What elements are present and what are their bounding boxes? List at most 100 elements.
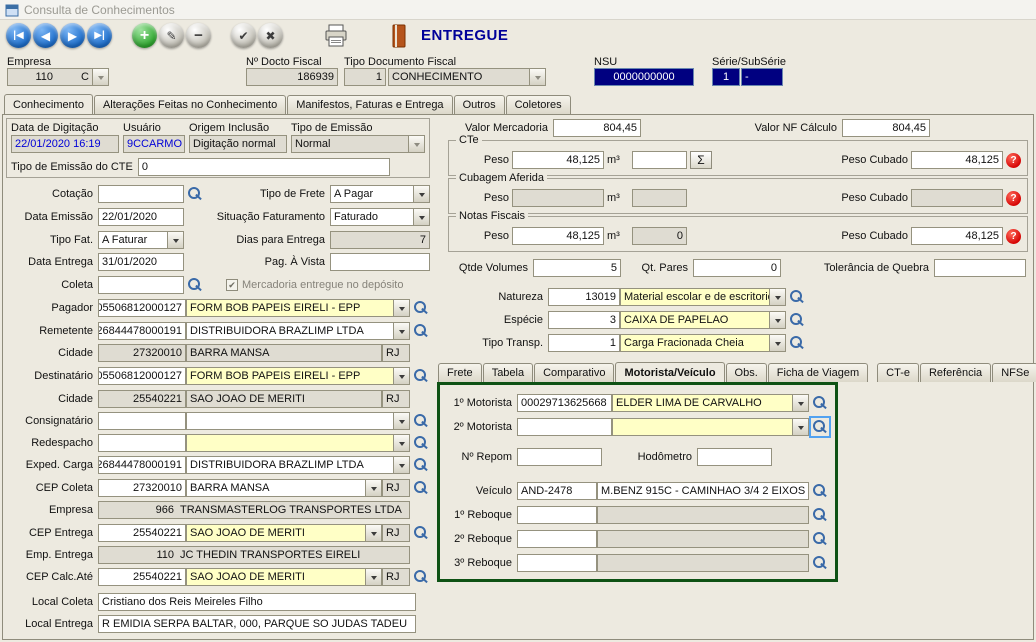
- confirm-button[interactable]: ✔: [231, 23, 256, 48]
- tipo-transp-combo[interactable]: Carga Fracionada Cheia: [620, 334, 786, 352]
- repom-input[interactable]: [517, 448, 602, 466]
- add-button[interactable]: +: [132, 23, 157, 48]
- tab-motorista-veiculo[interactable]: Motorista/Veículo: [615, 362, 724, 382]
- cep-entrega-combo[interactable]: SAO JOAO DE MERITI: [186, 524, 382, 542]
- sum-cubage-button[interactable]: Σ: [690, 151, 712, 169]
- pagador-combo[interactable]: FORM BOB PAPEIS EIRELI - EPP: [186, 299, 410, 317]
- consignatario-combo[interactable]: [186, 412, 410, 430]
- delete-button[interactable]: −: [186, 23, 211, 48]
- cep-calc-combo[interactable]: SAO JOAO DE MERITI: [186, 568, 382, 586]
- tab-conhecimento[interactable]: Conhecimento: [4, 94, 93, 114]
- tab-coletores[interactable]: Coletores: [506, 95, 571, 114]
- destinatario-search-icon[interactable]: [412, 367, 430, 385]
- veiculo-plate-input[interactable]: AND-2478: [517, 482, 597, 500]
- print-icon[interactable]: [323, 24, 349, 48]
- cep-coleta-code-input[interactable]: 27320010: [98, 479, 186, 497]
- exped-carga-search-icon[interactable]: [412, 456, 430, 474]
- tab-nfse[interactable]: NFSe: [992, 363, 1036, 382]
- notas-help-icon[interactable]: ?: [1006, 229, 1021, 244]
- cotacao-search-icon[interactable]: [186, 185, 204, 203]
- exped-carga-combo[interactable]: DISTRIBUIDORA BRAZLIMP LTDA: [186, 456, 410, 474]
- tab-comparativo[interactable]: Comparativo: [534, 363, 614, 382]
- book-icon[interactable]: [391, 24, 407, 48]
- situacao-faturamento-combo[interactable]: Faturado: [330, 208, 430, 226]
- nav-first-button[interactable]: |◀: [6, 23, 31, 48]
- tab-tabela[interactable]: Tabela: [483, 363, 533, 382]
- redespacho-code-input[interactable]: [98, 434, 186, 452]
- destinatario-combo[interactable]: FORM BOB PAPEIS EIRELI - EPP: [186, 367, 410, 385]
- cep-calc-search-icon[interactable]: [412, 568, 430, 586]
- natureza-code-input[interactable]: 13019: [548, 288, 620, 306]
- tab-frete[interactable]: Frete: [438, 363, 482, 382]
- pagador-search-icon[interactable]: [412, 299, 430, 317]
- reboque1-plate-input[interactable]: [517, 506, 597, 524]
- destinatario-code-input[interactable]: 05506812000127: [98, 367, 186, 385]
- tab-ficha-viagem[interactable]: Ficha de Viagem: [768, 363, 868, 382]
- coleta-input[interactable]: [98, 276, 184, 294]
- tab-cte[interactable]: CT-e: [877, 363, 919, 382]
- remetente-search-icon[interactable]: [412, 322, 430, 340]
- reboque3-plate-input[interactable]: [517, 554, 597, 572]
- data-emissao-input[interactable]: 22/01/2020: [98, 208, 184, 226]
- natureza-combo[interactable]: Material escolar e de escritorio: [620, 288, 786, 306]
- tipo-emissao-cte-field[interactable]: 0: [138, 158, 390, 176]
- veiculo-search-icon[interactable]: [811, 482, 829, 500]
- qtde-volumes-input[interactable]: 5: [533, 259, 621, 277]
- hodometro-input[interactable]: [697, 448, 772, 466]
- cte-help-icon[interactable]: ?: [1006, 153, 1021, 168]
- remetente-combo[interactable]: DISTRIBUIDORA BRAZLIMP LTDA: [186, 322, 410, 340]
- especie-combo[interactable]: CAIXA DE PAPELAO: [620, 311, 786, 329]
- nav-prev-button[interactable]: ◀: [33, 23, 58, 48]
- nav-last-button[interactable]: ▶|: [87, 23, 112, 48]
- tab-manifestos[interactable]: Manifestos, Faturas e Entrega: [287, 95, 452, 114]
- cte-peso-input[interactable]: 48,125: [512, 151, 604, 169]
- redespacho-combo[interactable]: [186, 434, 410, 452]
- tab-obs[interactable]: Obs.: [726, 363, 767, 382]
- tipo-frete-combo[interactable]: A Pagar: [330, 185, 430, 203]
- natureza-search-icon[interactable]: [788, 288, 806, 306]
- cep-coleta-search-icon[interactable]: [412, 479, 430, 497]
- cte-peso-cubado-input[interactable]: 48,125: [911, 151, 1003, 169]
- pagador-code-input[interactable]: 05506812000127: [98, 299, 186, 317]
- valor-mercadoria-input[interactable]: 804,45: [553, 119, 641, 137]
- tab-alteracoes[interactable]: Alterações Feitas no Conhecimento: [94, 95, 286, 114]
- remetente-code-input[interactable]: 26844478000191: [98, 322, 186, 340]
- pag-vista-input[interactable]: [330, 253, 430, 271]
- tipo-transp-code-input[interactable]: 1: [548, 334, 620, 352]
- tipo-fat-combo[interactable]: A Faturar: [98, 231, 184, 249]
- motorista1-search-icon[interactable]: [811, 394, 829, 412]
- exped-carga-code-input[interactable]: 26844478000191: [98, 456, 186, 474]
- motorista2-combo[interactable]: [612, 418, 809, 436]
- local-entrega-input[interactable]: R EMIDIA SERPA BALTAR, 000, PARQUE SO JU…: [98, 615, 416, 633]
- cep-calc-code-input[interactable]: 25540221: [98, 568, 186, 586]
- motorista1-code-input[interactable]: 00029713625668: [517, 394, 612, 412]
- cte-m3-input[interactable]: [632, 151, 687, 169]
- valor-nf-input[interactable]: 804,45: [842, 119, 930, 137]
- edit-button[interactable]: ✎: [159, 23, 184, 48]
- cep-coleta-combo[interactable]: BARRA MANSA: [186, 479, 382, 497]
- consignatario-search-icon[interactable]: [412, 412, 430, 430]
- cancel-button[interactable]: ✖: [258, 23, 283, 48]
- motorista1-combo[interactable]: ELDER LIMA DE CARVALHO: [612, 394, 809, 412]
- consignatario-code-input[interactable]: [98, 412, 186, 430]
- reboque3-search-icon[interactable]: [811, 554, 829, 572]
- redespacho-search-icon[interactable]: [412, 434, 430, 452]
- local-coleta-input[interactable]: Cristiano dos Reis Meireles Filho: [98, 593, 416, 611]
- especie-code-input[interactable]: 3: [548, 311, 620, 329]
- reboque1-search-icon[interactable]: [811, 506, 829, 524]
- nav-next-button[interactable]: ▶: [60, 23, 85, 48]
- tab-referencia[interactable]: Referência: [920, 363, 991, 382]
- tipo-transp-search-icon[interactable]: [788, 334, 806, 352]
- reboque2-search-icon[interactable]: [811, 530, 829, 548]
- tab-outros[interactable]: Outros: [454, 95, 505, 114]
- cep-entrega-code-input[interactable]: 25540221: [98, 524, 186, 542]
- qt-pares-input[interactable]: 0: [693, 259, 781, 277]
- cep-entrega-search-icon[interactable]: [412, 524, 430, 542]
- coleta-search-icon[interactable]: [186, 276, 204, 294]
- cubagem-help-icon[interactable]: ?: [1006, 191, 1021, 206]
- tolerancia-input[interactable]: [934, 259, 1026, 277]
- motorista2-search-icon[interactable]: [811, 418, 829, 436]
- motorista2-code-input[interactable]: [517, 418, 612, 436]
- mercadoria-deposito-checkbox[interactable]: [226, 279, 238, 291]
- cotacao-input[interactable]: [98, 185, 184, 203]
